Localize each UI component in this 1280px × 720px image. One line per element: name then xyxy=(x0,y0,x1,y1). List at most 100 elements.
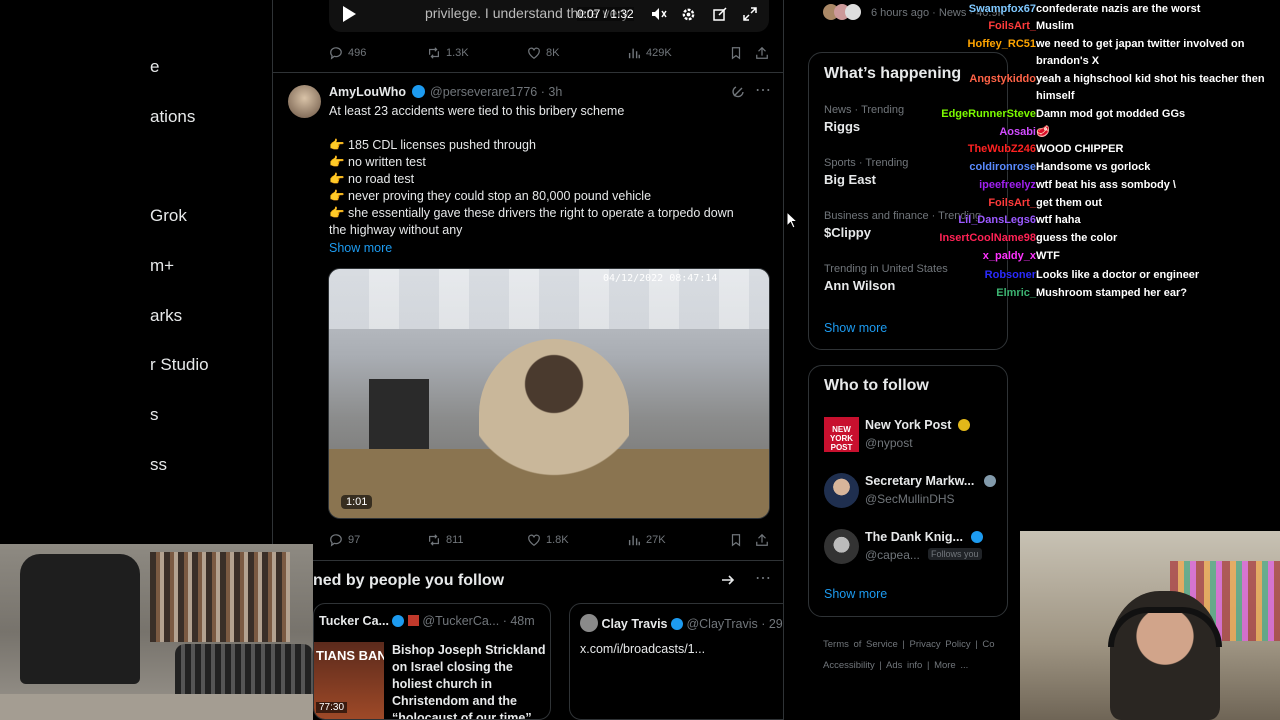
chat-username: TheWubZ246 xyxy=(967,143,1036,155)
tweet-text-line: 👉 no road test xyxy=(329,172,415,186)
more-icon[interactable]: ⋯ xyxy=(755,568,771,588)
tweet-handle[interactable]: @perseverare1776 xyxy=(430,85,537,99)
who-to-follow-panel: Who to follow NEW YORK POST New York Post … xyxy=(808,365,1008,617)
liked-card[interactable]: Tucker Ca... @TuckerCa... · 48m TIANS BA… xyxy=(313,603,551,720)
share-icon[interactable] xyxy=(755,533,769,547)
chat-message: brandon's X xyxy=(910,52,1280,70)
bookmark-icon[interactable] xyxy=(729,46,743,60)
more-icon[interactable]: ⋯ xyxy=(755,80,771,100)
chat-text: Damn mod got modded GGs xyxy=(1036,108,1186,120)
avatar[interactable] xyxy=(580,614,598,632)
card-header: Tucker Ca... @TuckerCa... · 48m xyxy=(319,614,535,628)
nav-item-premium[interactable]: m+ xyxy=(150,256,174,276)
arrow-right-icon[interactable] xyxy=(721,573,735,592)
minimize-icon[interactable] xyxy=(713,7,727,26)
tweet-text-line: 👉 never proving they could stop an 80,00… xyxy=(329,189,652,203)
tweet-text-line: 👉 no written test xyxy=(329,155,426,169)
chat-text: Muslim xyxy=(1036,20,1074,32)
chat-username: Lil_DansLegs6 xyxy=(958,214,1036,226)
fullscreen-icon[interactable] xyxy=(743,7,757,26)
chat-text: we need to get japan twitter involved on xyxy=(1036,38,1245,50)
reply-icon xyxy=(330,47,342,60)
avatar[interactable] xyxy=(288,85,321,118)
nav-item-notifications[interactable]: ations xyxy=(150,107,195,127)
chat-username: InsertCoolName98 xyxy=(939,232,1036,244)
liked-card[interactable]: Clay Travis @ClayTravis · 29 x.com/i/bro… xyxy=(569,603,783,720)
nav-item-bookmarks[interactable]: arks xyxy=(150,306,182,326)
repost-button[interactable]: 1.3K xyxy=(427,46,469,60)
nav-item-lists[interactable]: s xyxy=(150,405,159,425)
chat-text: get them out xyxy=(1036,197,1102,209)
chat-text: 🥩 xyxy=(1036,126,1050,138)
like-button[interactable]: 1.8K xyxy=(527,533,569,547)
bookshelf-shape xyxy=(150,552,290,642)
chat-message: Hoffey_RC51 we need to get japan twitter … xyxy=(910,35,1280,53)
chat-username: Swampfox67 xyxy=(968,3,1036,15)
person-shape xyxy=(479,339,629,489)
views-button[interactable]: 27K xyxy=(627,533,666,547)
chat-text: confederate nazis are the worst xyxy=(1036,3,1201,15)
chat-message: x_paldy_x WTF xyxy=(910,247,1280,265)
mute-icon[interactable] xyxy=(651,7,667,26)
divider xyxy=(273,560,783,561)
follow-item[interactable]: NEW YORK POST New York Post @nypost xyxy=(824,417,1008,453)
left-nav: e ations Grok m+ arks r Studio s ss xyxy=(150,0,272,540)
verified-icon xyxy=(392,615,405,627)
chat-message: EdgeRunnerSteve Damn mod got modded GGs xyxy=(910,105,1280,123)
nav-item-creator-studio[interactable]: r Studio xyxy=(150,355,209,375)
section-title: ned by people you follow xyxy=(313,572,505,589)
tweet-time[interactable]: · 3h xyxy=(541,85,563,99)
views-button[interactable]: 429K xyxy=(627,46,672,60)
reply-button[interactable]: 97 xyxy=(329,533,360,547)
repost-button[interactable]: 811 xyxy=(427,533,464,547)
card-text[interactable]: x.com/i/broadcasts/1... xyxy=(580,642,705,656)
chat-message: InsertCoolName98 guess the color xyxy=(910,229,1280,247)
follow-item[interactable]: The Dank Knig... @capea... Follows you xyxy=(824,529,1008,565)
chat-text: yeah a highschool kid shot his teacher t… xyxy=(1036,73,1265,85)
share-icon[interactable] xyxy=(755,46,769,60)
chat-username: Angstykiddo xyxy=(969,73,1036,85)
reply-button[interactable]: 496 xyxy=(329,46,366,60)
footer-links: Terms of Service | Privacy Policy | Co A… xyxy=(823,639,995,671)
chat-text: wtf beat his ass sombody \ xyxy=(1036,179,1176,191)
nypost-logo-icon: NEW YORK POST xyxy=(824,417,859,452)
chat-text: Looks like a doctor or engineer xyxy=(1036,269,1200,281)
trend-item[interactable]: Sports · Trending Big East xyxy=(824,157,908,187)
video-timestamp: 04/12/2022 08:47:14 xyxy=(603,273,718,284)
chat-text: guess the color xyxy=(1036,232,1118,244)
tweet-body: At least 23 accidents were tied to this … xyxy=(329,103,769,257)
tweet-video[interactable]: 04/12/2022 08:47:14 1:01 xyxy=(328,268,770,519)
show-more-link[interactable]: Show more xyxy=(824,587,887,601)
tweet-author[interactable]: AmyLouWho xyxy=(329,85,406,99)
tweet-text-line: the highway without any xyxy=(329,223,463,237)
show-more-link[interactable]: Show more xyxy=(824,321,887,335)
tweet-text-line: 👉 185 CDL licenses pushed through xyxy=(329,138,536,152)
divider xyxy=(273,72,783,73)
like-button[interactable]: 8K xyxy=(527,46,559,60)
chat-text: WOOD CHIPPER xyxy=(1036,143,1124,155)
play-icon[interactable] xyxy=(341,5,357,28)
nav-item-home[interactable]: e xyxy=(150,57,159,77)
avatar xyxy=(824,473,859,508)
card-thumbnail[interactable]: TIANS BAN 77:30 xyxy=(314,642,384,719)
bookmark-icon[interactable] xyxy=(729,533,743,547)
chat-message: Swampfox67 confederate nazis are the wors… xyxy=(910,0,1280,18)
video-player-top[interactable]: privilege. I understand there very 0:07 … xyxy=(329,0,769,32)
grok-icon[interactable] xyxy=(731,85,745,104)
news-avatars xyxy=(823,4,861,20)
chat-message: Lil_DansLegs6 wtf haha xyxy=(910,211,1280,229)
chat-message: FoilsArt_ get them out xyxy=(910,194,1280,212)
trend-item[interactable]: News · Trending Riggs xyxy=(824,104,904,134)
repost-icon xyxy=(429,47,439,59)
show-more-link[interactable]: Show more xyxy=(329,240,769,257)
video-duration: 1:01 xyxy=(341,495,373,509)
chat-username: x_paldy_x xyxy=(982,250,1036,262)
chat-username: FoilsArt_ xyxy=(988,20,1036,32)
follow-item[interactable]: Secretary Markw... @SecMullinDHS xyxy=(824,473,1008,509)
chat-message: coldironrose Handsome vs gorlock xyxy=(910,158,1280,176)
chart-icon xyxy=(628,535,640,546)
nav-item-grok[interactable]: Grok xyxy=(150,206,187,226)
settings-icon[interactable] xyxy=(681,7,696,27)
nav-item-business[interactable]: ss xyxy=(150,455,167,475)
chat-username: Aosabi xyxy=(999,126,1036,138)
